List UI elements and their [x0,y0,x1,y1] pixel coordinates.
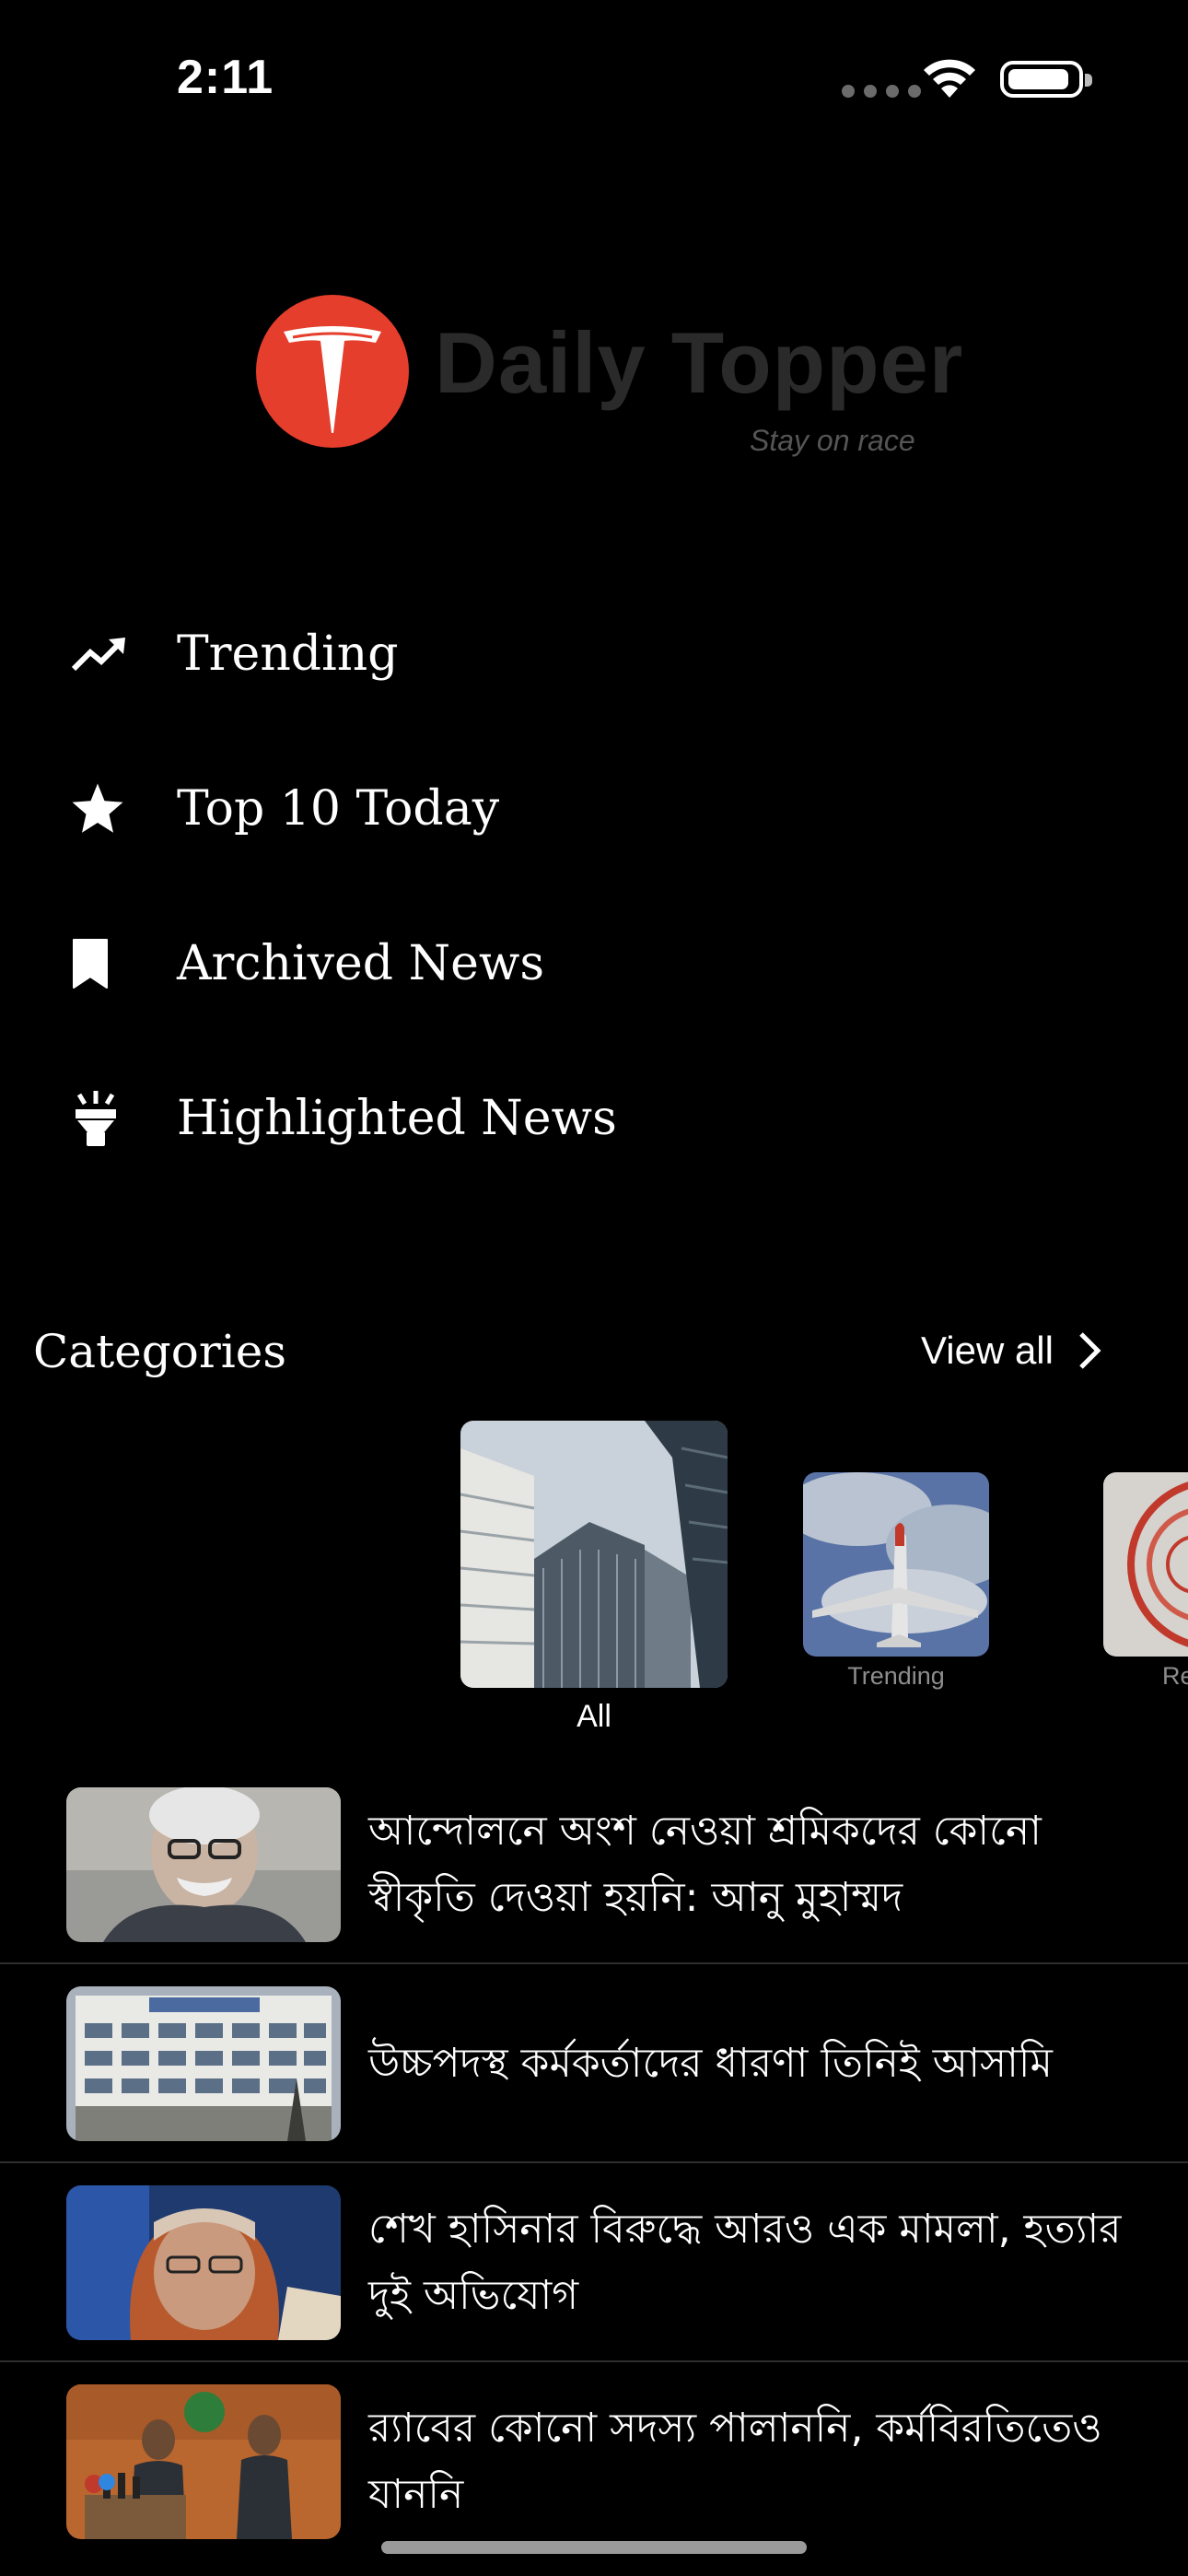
menu-item-label: Top 10 Today [177,781,500,837]
news-title: উচ্চপদস্থ কর্মকর্তাদের ধারণা তিনিই আসামি [368,2040,1053,2087]
app-tagline: Stay on race [750,424,915,457]
star-icon [55,772,144,846]
menu-item-highlighted[interactable]: Highlighted News [55,1063,884,1174]
category-image [803,1472,989,1657]
menu-item-top10[interactable]: Top 10 Today [55,754,884,864]
news-thumbnail [66,2185,341,2340]
logo-mark [256,295,409,448]
news-thumbnail [66,2384,341,2539]
home-indicator[interactable] [381,2541,807,2554]
bookmark-icon [55,927,144,1001]
status-time: 2:11 [177,51,274,104]
view-all-button[interactable]: View all [921,1329,1101,1373]
category-tile-trending[interactable] [803,1472,989,1657]
news-row[interactable]: শেখ হাসিনার বিরুদ্ধে আরও এক মামলা, হত্যা… [0,2163,1188,2362]
view-all-label: View all [921,1329,1054,1372]
battery-icon [1000,61,1092,98]
menu-item-trending[interactable]: Trending [55,599,884,709]
wifi-icon [924,59,975,98]
menu-item-label: Archived News [177,936,545,991]
category-image [1103,1472,1188,1657]
category-tile-partial[interactable] [1103,1472,1188,1657]
cellular-signal-icon [842,85,921,98]
category-tile-all[interactable] [460,1421,728,1688]
news-title: র‍্যাবের কোনো সদস্য পালাননি, কর্মবিরতিতে… [368,2405,1102,2518]
menu-item-label: Trending [177,626,399,682]
category-label: All [577,1699,611,1734]
news-row[interactable]: আন্দোলনে অংশ নেওয়া শ্রমিকদের কোনো স্বীক… [0,1765,1188,1964]
category-label: Trending [847,1662,945,1690]
trending-up-icon [55,617,144,691]
news-row[interactable]: র‍্যাবের কোনো সদস্য পালাননি, কর্মবিরতিতে… [0,2362,1188,2561]
app-name: Daily Topper [435,314,964,411]
logo-t-icon [284,326,381,433]
news-title: শেখ হাসিনার বিরুদ্ধে আরও এক মামলা, হত্যা… [368,2206,1122,2319]
news-thumbnail [66,1787,341,1942]
category-label: Re [1162,1662,1188,1690]
categories-title: Categories [33,1325,286,1378]
menu-item-archived[interactable]: Archived News [55,908,884,1019]
battery-level [1008,69,1068,89]
news-title: আন্দোলনে অংশ নেওয়া শ্রমিকদের কোনো স্বীক… [368,1808,1042,1921]
news-thumbnail [66,1986,341,2141]
menu-item-label: Highlighted News [177,1091,617,1146]
chevron-right-icon [1079,1332,1101,1369]
news-row[interactable]: উচ্চপদস্থ কর্মকর্তাদের ধারণা তিনিই আসামি [0,1964,1188,2163]
category-image [460,1421,728,1688]
flashlight-icon [55,1082,144,1155]
